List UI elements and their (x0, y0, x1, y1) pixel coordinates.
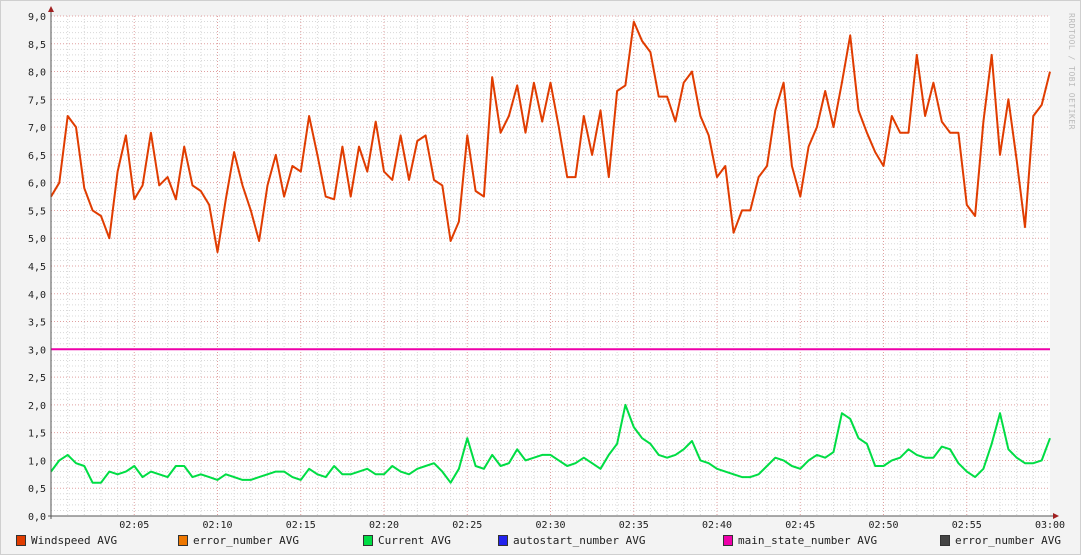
watermark: RRDTOOL / TOBI OETIKER (1067, 13, 1076, 130)
legend-item: error_number AVG (178, 534, 299, 547)
x-tick-label: 02:10 (202, 520, 232, 531)
legend-item: autostart_number AVG (498, 534, 645, 547)
y-tick-label: 0,5 (28, 484, 46, 495)
y-tick-label: 7,5 (28, 95, 46, 106)
rrd-chart: 0,0 0,5 1,0 1,5 2,0 2,5 3,0 3,5 4,0 4,5 5,0 5,5 6,0 6… (0, 0, 1081, 555)
x-tick-label: 02:25 (452, 520, 482, 531)
legend: Windspeed AVG error_number AVG Current AVG… (1, 534, 1080, 550)
y-tick-label: 4,5 (28, 262, 46, 273)
legend-label: error_number AVG (193, 534, 299, 547)
legend-label: Current AVG (378, 534, 451, 547)
legend-item: main_state_number AVG (723, 534, 877, 547)
x-tick-label: 02:15 (286, 520, 316, 531)
y-tick-label: 6,0 (28, 179, 46, 190)
legend-item: Current AVG (363, 534, 451, 547)
y-tick-label: 9,0 (28, 12, 46, 23)
legend-swatch (178, 535, 188, 546)
legend-swatch (16, 535, 26, 546)
y-tick-label: 4,0 (28, 290, 46, 301)
x-tick-label: 02:55 (952, 520, 982, 531)
y-tick-label: 3,0 (28, 345, 46, 356)
y-tick-label: 5,5 (28, 206, 46, 217)
y-tick-label: 3,5 (28, 318, 46, 329)
y-tick-label: 8,5 (28, 40, 46, 51)
x-tick-label: 02:45 (785, 520, 815, 531)
y-tick-label: 8,0 (28, 68, 46, 79)
x-tick-label: 02:05 (119, 520, 149, 531)
chart-svg: 0,0 0,5 1,0 1,5 2,0 2,5 3,0 3,5 4,0 4,5 5,0 5,5 6,0 6… (28, 6, 1065, 531)
legend-item: Windspeed AVG (16, 534, 117, 547)
legend-swatch (940, 535, 950, 546)
legend-swatch (363, 535, 373, 546)
y-tick-label: 7,0 (28, 123, 46, 134)
legend-label: autostart_number AVG (513, 534, 646, 547)
x-tick-label: 02:20 (369, 520, 399, 531)
legend-swatch (723, 535, 733, 546)
y-tick-label: 0,0 (28, 512, 46, 523)
y-tick-label: 2,0 (28, 401, 46, 412)
x-axis-arrow-icon (1053, 513, 1059, 519)
legend-label: main_state_number AVG (738, 534, 878, 547)
y-tick-label: 1,0 (28, 456, 46, 467)
x-tick-label: 02:40 (702, 520, 732, 531)
legend-label: error_number AVG (955, 534, 1061, 547)
legend-swatch (498, 535, 508, 546)
x-tick-label: 02:50 (868, 520, 898, 531)
legend-item: error_number AVG (940, 534, 1061, 547)
x-tick-label: 02:35 (619, 520, 649, 531)
y-axis-arrow-icon (48, 6, 54, 12)
y-tick-label: 1,5 (28, 429, 46, 440)
y-tick-label: 6,5 (28, 151, 46, 162)
x-tick-label: 03:00 (1035, 520, 1065, 531)
y-tick-label: 5,0 (28, 234, 46, 245)
y-tick-label: 2,5 (28, 373, 46, 384)
x-tick-label: 02:30 (535, 520, 565, 531)
legend-label: Windspeed AVG (31, 534, 118, 547)
